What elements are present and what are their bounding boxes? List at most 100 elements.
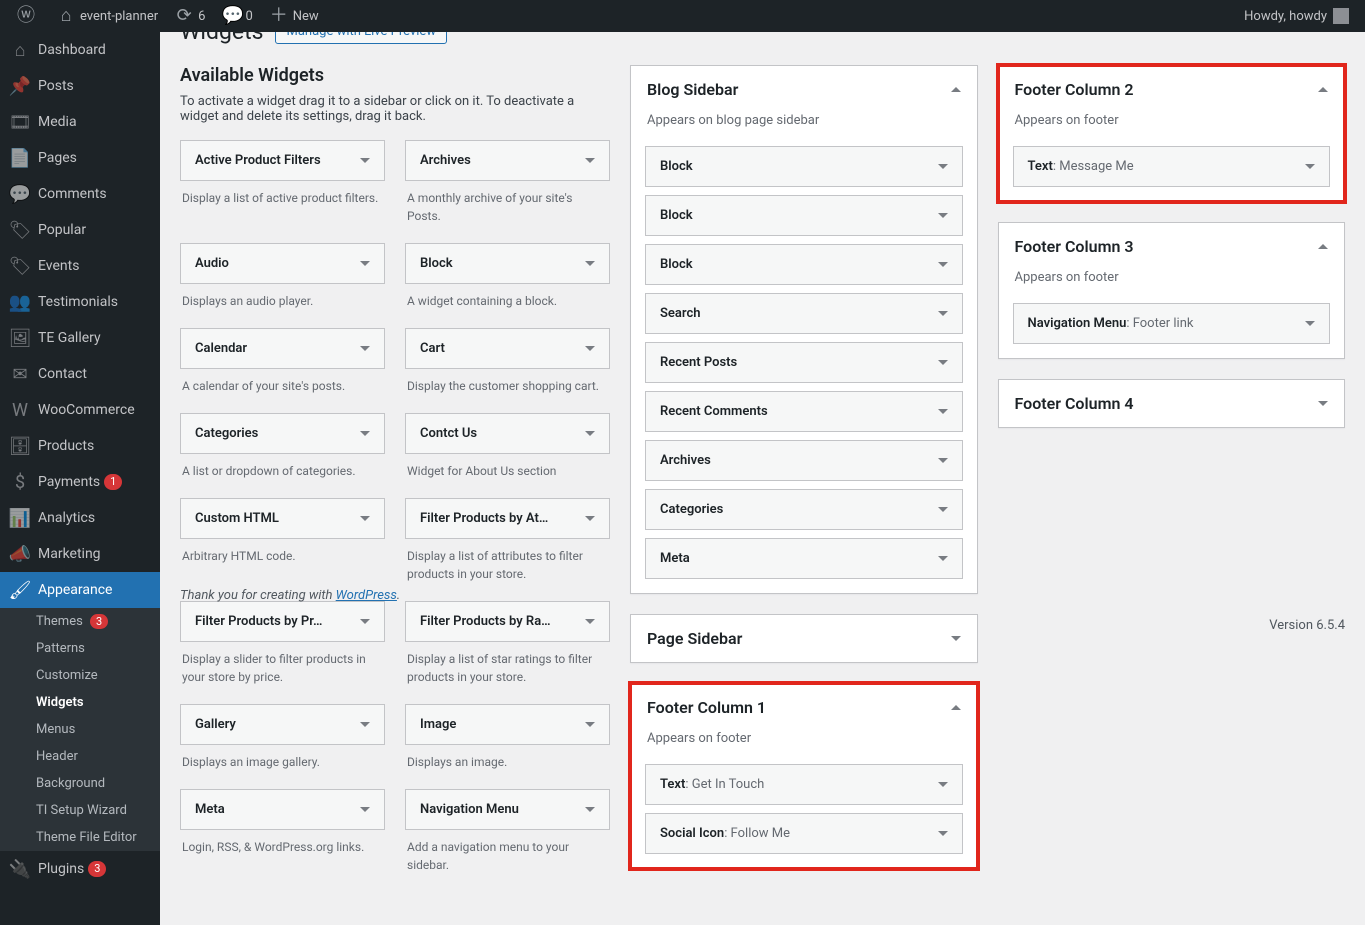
menu-popular[interactable]: 🏷Popular <box>0 212 160 248</box>
menu-pages[interactable]: 📄Pages <box>0 140 160 176</box>
widget-filter-products-by-pr-[interactable]: Filter Products by Pr… <box>180 601 385 642</box>
menu-payments[interactable]: $Payments1 <box>0 464 160 500</box>
widget-custom-html[interactable]: Custom HTML <box>180 498 385 539</box>
placed-widget-toggle[interactable]: Block <box>646 147 962 186</box>
widget-filter-products-by-ra-[interactable]: Filter Products by Ra… <box>405 601 610 642</box>
chevron-down-icon <box>585 261 595 266</box>
submenu-patterns[interactable]: Patterns <box>0 635 160 662</box>
widget-desc: Display a list of attributes to filter p… <box>405 545 610 591</box>
sidebar-toggle[interactable]: Footer Column 4 <box>999 380 1345 427</box>
sidebar-toggle[interactable]: Blog Sidebar <box>631 66 977 113</box>
widget-title: Calendar <box>195 341 247 356</box>
site-name[interactable]: ⌂event-planner <box>48 0 166 32</box>
widget-filter-products-by-at-[interactable]: Filter Products by At… <box>405 498 610 539</box>
placed-widget-toggle[interactable]: Navigation Menu: Footer link <box>1014 304 1330 343</box>
menu-marketing[interactable]: 📣Marketing <box>0 536 160 572</box>
submenu-customize[interactable]: Customize <box>0 662 160 689</box>
sidebar-toggle[interactable]: Page Sidebar <box>631 615 977 662</box>
submenu-header[interactable]: Header <box>0 743 160 770</box>
widget-meta[interactable]: Meta <box>180 789 385 830</box>
placed-widget: Text: Get In Touch <box>645 764 963 805</box>
placed-widget-toggle[interactable]: Social Icon: Follow Me <box>646 814 962 853</box>
my-account[interactable]: Howdy, howdy <box>1236 0 1357 32</box>
menu-dashboard[interactable]: ⌂Dashboard <box>0 32 160 68</box>
comments[interactable]: 💬0 <box>213 0 260 32</box>
placed-widget-toggle[interactable]: Search <box>646 294 962 333</box>
menu-icon: 👥 <box>10 292 30 312</box>
chevron-down-icon <box>360 722 370 727</box>
menu-contact[interactable]: ✉Contact <box>0 356 160 392</box>
placed-widget-toggle[interactable]: Meta <box>646 539 962 578</box>
placed-widget-toggle[interactable]: Archives <box>646 441 962 480</box>
chevron-down-icon <box>585 158 595 163</box>
widget-desc: Login, RSS, & WordPress.org links. <box>180 836 385 864</box>
widget-desc: A calendar of your site's posts. <box>180 375 385 403</box>
menu-icon: 🖼 <box>10 328 30 348</box>
placed-widget: Meta <box>645 538 963 579</box>
widget-desc: Widget for About Us section <box>405 460 610 488</box>
widget-navigation-menu[interactable]: Navigation Menu <box>405 789 610 830</box>
submenu-theme-file-editor[interactable]: Theme File Editor <box>0 824 160 851</box>
placed-widget-toggle[interactable]: Text: Get In Touch <box>646 765 962 804</box>
widget-image[interactable]: Image <box>405 704 610 745</box>
widget-categories[interactable]: Categories <box>180 413 385 454</box>
sidebar-desc: Appears on footer <box>999 113 1345 138</box>
sidebar-blog-sidebar: Blog SidebarAppears on blog page sidebar… <box>630 65 978 594</box>
sidebar-toggle[interactable]: Footer Column 1 <box>631 684 977 731</box>
sidebar-toggle[interactable]: Footer Column 3 <box>999 223 1345 270</box>
placed-widget-toggle[interactable]: Recent Comments <box>646 392 962 431</box>
placed-widget-toggle[interactable]: Block <box>646 196 962 235</box>
menu-media[interactable]: 🎞Media <box>0 104 160 140</box>
sidebar-toggle[interactable]: Footer Column 2 <box>999 66 1345 113</box>
wordpress-link[interactable]: WordPress <box>336 588 397 603</box>
widget-cart[interactable]: Cart <box>405 328 610 369</box>
menu-woocommerce[interactable]: WWooCommerce <box>0 392 160 428</box>
placed-widget-toggle[interactable]: Categories <box>646 490 962 529</box>
menu-events[interactable]: 🏷Events <box>0 248 160 284</box>
chevron-down-icon <box>360 807 370 812</box>
placed-widget: Block <box>645 195 963 236</box>
widget-archives[interactable]: Archives <box>405 140 610 181</box>
menu-te-gallery[interactable]: 🖼TE Gallery <box>0 320 160 356</box>
chevron-down-icon <box>585 807 595 812</box>
submenu-background[interactable]: Background <box>0 770 160 797</box>
submenu-widgets[interactable]: Widgets <box>0 689 160 716</box>
menu-appearance[interactable]: 🖌Appearance <box>0 572 160 608</box>
menu-icon: 📄 <box>10 148 30 168</box>
placed-widget-toggle[interactable]: Recent Posts <box>646 343 962 382</box>
menu-posts[interactable]: 📌Posts <box>0 68 160 104</box>
widget-desc: A widget containing a block. <box>405 290 610 318</box>
chevron-down-icon <box>938 409 948 414</box>
live-preview-button[interactable]: Manage with Live Preview <box>275 32 447 44</box>
updates[interactable]: ⟳6 <box>166 0 213 32</box>
menu-testimonials[interactable]: 👥Testimonials <box>0 284 160 320</box>
menu-comments[interactable]: 💬Comments <box>0 176 160 212</box>
widget-desc: Display a list of active product filters… <box>180 187 385 215</box>
widget-audio[interactable]: Audio <box>180 243 385 284</box>
menu-icon: 📌 <box>10 76 30 96</box>
widget-title: Categories <box>195 426 258 441</box>
new-content[interactable]: ＋New <box>261 0 327 32</box>
placed-widget-toggle[interactable]: Block <box>646 245 962 284</box>
submenu-menus[interactable]: Menus <box>0 716 160 743</box>
chevron-down-icon <box>585 516 595 521</box>
widget-desc: Displays an image gallery. <box>180 751 385 779</box>
submenu-ti-setup-wizard[interactable]: TI Setup Wizard <box>0 797 160 824</box>
widget-title: Filter Products by Ra… <box>420 614 551 629</box>
widget-gallery[interactable]: Gallery <box>180 704 385 745</box>
widget-block[interactable]: Block <box>405 243 610 284</box>
placed-widget: Recent Posts <box>645 342 963 383</box>
widget-title: Filter Products by At… <box>420 511 548 526</box>
sidebar-footer-column-3: Footer Column 3Appears on footerNavigati… <box>998 222 1346 359</box>
widget-contct-us[interactable]: Contct Us <box>405 413 610 454</box>
widget-calendar[interactable]: Calendar <box>180 328 385 369</box>
submenu-themes[interactable]: Themes 3 <box>0 608 160 635</box>
menu-plugins[interactable]: 🔌Plugins3 <box>0 851 160 887</box>
widget-active-product-filters[interactable]: Active Product Filters <box>180 140 385 181</box>
widget-desc: Display the customer shopping cart. <box>405 375 610 403</box>
wp-logo[interactable]: ⓦ <box>8 0 48 32</box>
menu-products[interactable]: 🗄Products <box>0 428 160 464</box>
placed-widget-toggle[interactable]: Text: Message Me <box>1014 147 1330 186</box>
chevron-down-icon <box>360 431 370 436</box>
menu-analytics[interactable]: 📊Analytics <box>0 500 160 536</box>
